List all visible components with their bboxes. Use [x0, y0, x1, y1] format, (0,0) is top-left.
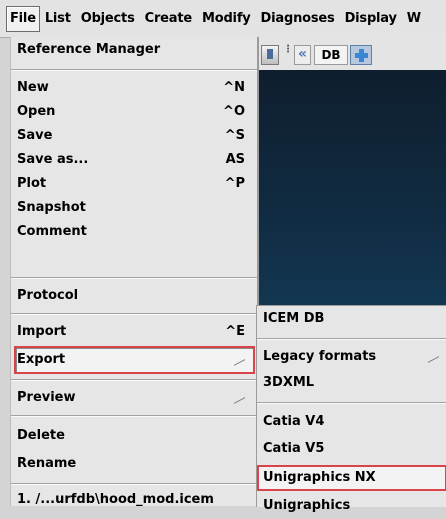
double-chevron-left-icon[interactable]: «: [294, 45, 311, 65]
menu-item-snapshot[interactable]: Snapshot: [11, 195, 257, 221]
menu-item-label: Preview: [17, 390, 76, 405]
menu-create[interactable]: Create: [140, 7, 197, 31]
shortcut-label: AS: [225, 152, 245, 167]
plus-icon[interactable]: [350, 45, 372, 65]
menu-item-label: Plot: [17, 176, 47, 191]
menu-item-label: ICEM DB: [263, 311, 325, 326]
menu-file[interactable]: File: [6, 5, 40, 32]
shortcut-label: ^S: [224, 128, 245, 143]
submenu-item-unigraphics-nx[interactable]: Unigraphics NX: [257, 465, 446, 491]
menu-item-open[interactable]: Open ^O: [11, 99, 257, 125]
menu-item-rename[interactable]: Rename: [11, 451, 257, 477]
export-submenu: ICEM DB Legacy formats 3DXML Catia V4 Ca…: [256, 305, 446, 513]
shortcut-label: ^E: [225, 324, 245, 339]
menu-item-label: Catia V4: [263, 414, 325, 429]
separator: [257, 338, 446, 340]
grip-icon: ⋮: [283, 44, 293, 55]
submenu-item-legacy-formats[interactable]: Legacy formats: [257, 344, 446, 370]
db-button[interactable]: DB: [314, 45, 348, 65]
menu-item-label: Save as...: [17, 152, 89, 167]
submenu-item-catia-v4[interactable]: Catia V4: [257, 409, 446, 435]
menu-item-label: Catia V5: [263, 441, 325, 456]
separator: [257, 402, 446, 404]
separator: [11, 379, 257, 381]
menu-item-comment[interactable]: Comment: [11, 219, 257, 245]
menu-item-save-as[interactable]: Save as... AS: [11, 147, 257, 173]
menu-item-save[interactable]: Save ^S: [11, 123, 257, 149]
shortcut-label: ^P: [224, 176, 245, 191]
menu-item-label: Reference Manager: [17, 42, 161, 57]
menu-modify[interactable]: Modify: [197, 7, 256, 31]
submenu-item-catia-v5[interactable]: Catia V5: [257, 436, 446, 462]
graphics-viewport[interactable]: [258, 70, 446, 310]
menu-item-recent-file[interactable]: 1. /...urfdb\hood_mod.icem: [11, 487, 257, 513]
menu-item-label: 1. /...urfdb\hood_mod.icem: [17, 492, 214, 507]
menu-item-export[interactable]: Export: [11, 347, 257, 373]
menu-item-protocol[interactable]: Protocol: [11, 283, 257, 309]
menu-diagnoses[interactable]: Diagnoses: [256, 7, 340, 31]
file-menu: Reference Manager New ^N Open ^O Save ^S Sa…: [10, 37, 259, 507]
menu-item-label: Legacy formats: [263, 349, 377, 364]
submenu-item-unigraphics[interactable]: Unigraphics: [257, 493, 446, 519]
menu-item-preview[interactable]: Preview: [11, 385, 257, 411]
submenu-item-icem-db[interactable]: ICEM DB: [257, 306, 446, 332]
separator: [11, 415, 257, 417]
menu-item-label: Comment: [17, 224, 87, 239]
menu-item-label: Snapshot: [17, 200, 86, 215]
menu-item-delete[interactable]: Delete: [11, 423, 257, 449]
menu-item-label: 3DXML: [263, 375, 315, 390]
menu-list[interactable]: List: [40, 7, 76, 31]
shortcut-label: ^N: [223, 80, 245, 95]
submenu-item-3dxml[interactable]: 3DXML: [257, 370, 446, 396]
submenu-arrow-icon: [234, 356, 245, 366]
menu-item-reference-manager[interactable]: Reference Manager: [11, 37, 257, 63]
menu-item-label: Protocol: [17, 288, 79, 303]
submenu-arrow-icon: [234, 394, 245, 404]
toolbar: ⋮ « DB: [258, 37, 446, 71]
submenu-arrow-icon: [428, 353, 439, 363]
menu-item-plot[interactable]: Plot ^P: [11, 171, 257, 197]
separator: [11, 69, 257, 71]
separator: [11, 313, 257, 315]
menu-item-label: Rename: [17, 456, 77, 471]
menu-item-label: Delete: [17, 428, 65, 443]
menu-item-label: Import: [17, 324, 67, 339]
menu-item-label: Save: [17, 128, 53, 143]
menu-item-new[interactable]: New ^N: [11, 75, 257, 101]
menu-item-label: Unigraphics NX: [263, 470, 376, 485]
separator: [11, 277, 257, 279]
book-icon[interactable]: [261, 45, 279, 65]
menu-item-label: Export: [17, 352, 66, 367]
menu-item-import[interactable]: Import ^E: [11, 319, 257, 345]
shortcut-label: ^O: [223, 104, 245, 119]
menu-item-label: New: [17, 80, 49, 95]
menu-bar: File List Objects Create Modify Diagnose…: [0, 0, 446, 38]
separator: [11, 483, 257, 485]
menu-objects[interactable]: Objects: [76, 7, 140, 31]
menu-display[interactable]: Display: [340, 7, 402, 31]
menu-item-label: Open: [17, 104, 56, 119]
menu-window-partial[interactable]: W: [402, 7, 426, 31]
